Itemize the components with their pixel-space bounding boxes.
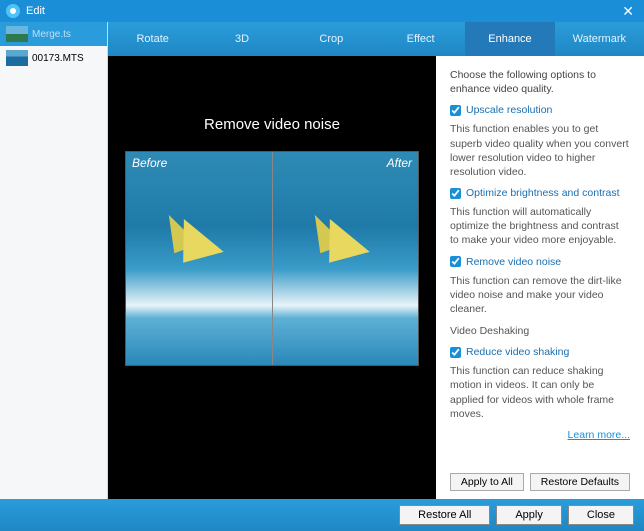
- noise-checkbox[interactable]: [450, 256, 461, 267]
- upscale-checkbox[interactable]: [450, 105, 461, 116]
- tab-enhance[interactable]: Enhance: [465, 22, 554, 56]
- footer-bar: Restore All Apply Close: [0, 499, 644, 531]
- tab-watermark[interactable]: Watermark: [555, 22, 644, 56]
- sidebar-item-merge[interactable]: Merge.ts: [0, 22, 107, 46]
- noise-label: Remove video noise: [466, 256, 561, 268]
- thumbnail-icon: [6, 26, 28, 42]
- options-panel: Choose the following options to enhance …: [436, 56, 644, 499]
- learn-more-link[interactable]: Learn more...: [568, 429, 630, 441]
- brightness-label: Optimize brightness and contrast: [466, 187, 620, 199]
- tab-bar: Rotate 3D Crop Effect Enhance Watermark: [108, 22, 644, 56]
- tab-effect[interactable]: Effect: [376, 22, 465, 56]
- brightness-checkbox[interactable]: [450, 188, 461, 199]
- tab-rotate[interactable]: Rotate: [108, 22, 197, 56]
- restore-all-button[interactable]: Restore All: [399, 505, 490, 525]
- sidebar-item-00173[interactable]: 00173.MTS: [0, 46, 107, 70]
- brightness-checkbox-row[interactable]: Optimize brightness and contrast: [450, 187, 630, 199]
- title-bar: Edit ✕: [0, 0, 644, 22]
- restore-defaults-button[interactable]: Restore Defaults: [530, 473, 630, 491]
- app-logo-icon: [6, 4, 20, 18]
- noise-checkbox-row[interactable]: Remove video noise: [450, 256, 630, 268]
- options-intro: Choose the following options to enhance …: [450, 68, 630, 96]
- upscale-checkbox-row[interactable]: Upscale resolution: [450, 104, 630, 116]
- shaking-desc: This function can reduce shaking motion …: [450, 364, 630, 421]
- after-pane: After: [272, 152, 419, 365]
- before-after-compare: Before After: [125, 151, 419, 366]
- window-title: Edit: [26, 5, 45, 17]
- noise-desc: This function can remove the dirt-like v…: [450, 274, 630, 317]
- tab-crop[interactable]: Crop: [287, 22, 376, 56]
- learn-more-row: Learn more...: [450, 429, 630, 441]
- upscale-desc: This function enables you to get superb …: [450, 122, 630, 179]
- upscale-label: Upscale resolution: [466, 104, 552, 116]
- preview-panel: Remove video noise Before After: [108, 56, 436, 499]
- sidebar-item-label: Merge.ts: [32, 29, 71, 40]
- shaking-label: Reduce video shaking: [466, 346, 569, 358]
- sidebar-item-label: 00173.MTS: [32, 53, 84, 64]
- file-sidebar: Merge.ts 00173.MTS: [0, 22, 108, 499]
- tab-3d[interactable]: 3D: [197, 22, 286, 56]
- brightness-desc: This function will automatically optimiz…: [450, 205, 630, 248]
- close-button[interactable]: Close: [568, 505, 634, 525]
- deshake-heading: Video Deshaking: [450, 324, 630, 338]
- shaking-checkbox[interactable]: [450, 347, 461, 358]
- after-label: After: [387, 156, 412, 170]
- shaking-checkbox-row[interactable]: Reduce video shaking: [450, 346, 630, 358]
- close-icon[interactable]: ✕: [618, 3, 638, 20]
- apply-button[interactable]: Apply: [496, 505, 562, 525]
- before-label: Before: [132, 156, 167, 170]
- thumbnail-icon: [6, 50, 28, 66]
- apply-to-all-button[interactable]: Apply to All: [450, 473, 524, 491]
- preview-title: Remove video noise: [204, 116, 340, 133]
- before-pane: Before: [126, 152, 272, 365]
